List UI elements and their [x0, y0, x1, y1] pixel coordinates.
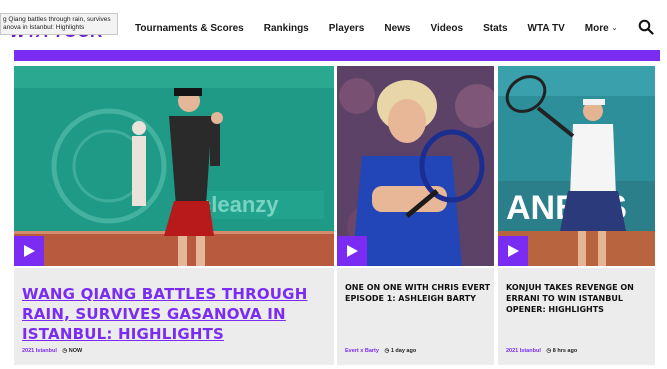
- article-headline[interactable]: KONJUH TAKES REVENGE ON ERRANI TO WIN IS…: [506, 282, 652, 315]
- article-meta: 2021 Istanbul ◷ NOW: [22, 348, 82, 354]
- article-tag[interactable]: 2021 Istanbul: [22, 348, 57, 354]
- nav-more[interactable]: More ⌄: [585, 23, 618, 34]
- nav-tournaments-scores[interactable]: Tournaments & Scores: [135, 23, 244, 34]
- article-headline[interactable]: ONE ON ONE WITH CHRIS EVERT EPISODE 1: A…: [345, 282, 491, 304]
- play-icon: [24, 245, 35, 257]
- article-time: 1 day ago: [390, 348, 417, 354]
- article-headline[interactable]: WANG QIANG BATTLES THROUGH RAIN, SURVIVE…: [22, 284, 322, 344]
- article-tag[interactable]: Evert x Barty: [345, 348, 379, 354]
- thumbnail-image: cleanzy: [14, 66, 334, 266]
- nav-rankings[interactable]: Rankings: [264, 23, 309, 34]
- nav-wta-tv[interactable]: WTA TV: [528, 23, 565, 34]
- clock-icon: ◷: [546, 348, 552, 354]
- nav-more-label: More: [584, 22, 609, 34]
- article-time: 8 hrs ago: [552, 348, 578, 354]
- article-card-wang-qiang[interactable]: WANG QIANG BATTLES THROUGH RAIN, SURVIVE…: [14, 268, 334, 365]
- article-card-chris-evert[interactable]: ONE ON ONE WITH CHRIS EVERT EPISODE 1: A…: [337, 268, 494, 365]
- play-icon: [347, 245, 358, 257]
- video-thumbnail-konjuh[interactable]: ANBAS: [498, 66, 655, 266]
- link-tooltip: g Qiang battles through rain, survives a…: [0, 13, 118, 35]
- video-thumbnail-wang-qiang[interactable]: cleanzy: [14, 66, 334, 266]
- chevron-down-icon: ⌄: [611, 25, 618, 32]
- main-nav: Tournaments & Scores Rankings Players Ne…: [135, 20, 638, 36]
- play-icon: [508, 245, 519, 257]
- play-button[interactable]: [337, 236, 367, 266]
- nav-videos[interactable]: Videos: [430, 23, 463, 34]
- nav-stats[interactable]: Stats: [483, 23, 507, 34]
- nav-news[interactable]: News: [384, 23, 410, 34]
- nav-players[interactable]: Players: [329, 23, 365, 34]
- site-header: WTA TOUR g Qiang battles through rain, s…: [0, 0, 667, 50]
- svg-text:cleanzy: cleanzy: [199, 192, 279, 217]
- article-time: NOW: [68, 348, 83, 354]
- play-button[interactable]: [14, 236, 44, 266]
- article-card-konjuh[interactable]: KONJUH TAKES REVENGE ON ERRANI TO WIN IS…: [498, 268, 655, 365]
- play-button[interactable]: [498, 236, 528, 266]
- article-meta: Evert x Barty ◷ 1 day ago: [345, 348, 416, 354]
- clock-icon: ◷: [384, 348, 390, 354]
- article-tag[interactable]: 2021 Istanbul: [506, 348, 541, 354]
- video-thumbnail-chris-evert[interactable]: [337, 66, 494, 266]
- accent-bar: [14, 50, 660, 61]
- article-meta: 2021 Istanbul ◷ 8 hrs ago: [506, 348, 577, 354]
- search-icon[interactable]: [638, 19, 654, 35]
- clock-icon: ◷: [62, 348, 68, 354]
